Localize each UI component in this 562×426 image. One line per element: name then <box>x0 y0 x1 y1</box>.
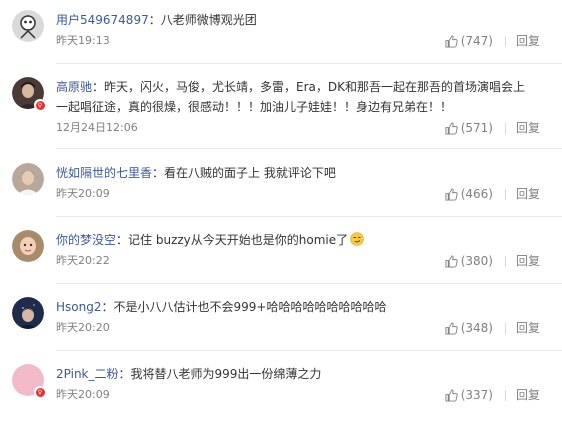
name-separator: ： <box>118 367 131 381</box>
action-divider <box>504 35 506 47</box>
comment-time: 12月24日12:06 <box>56 121 138 134</box>
comment-time: 昨天20:20 <box>56 321 110 334</box>
thumb-up-icon <box>445 121 458 135</box>
name-separator: ： <box>101 300 114 314</box>
thumb-up-icon <box>445 34 458 48</box>
comment-text: 八老师微博观光团 <box>160 13 257 27</box>
name-separator: ： <box>92 80 105 94</box>
action-divider <box>504 389 506 401</box>
row-divider <box>56 148 562 149</box>
thumb-up-icon <box>445 321 458 335</box>
comment-text: 我将替八老师为999出一份绵薄之力 <box>130 367 322 381</box>
comment-actions: (348) 回复 <box>445 321 540 335</box>
reply-button[interactable]: 回复 <box>516 34 540 48</box>
like-count: (747) <box>460 34 493 48</box>
comment-text: 记住 buzzy从今天开始也是你的homie了 <box>128 233 349 247</box>
comment-username[interactable]: 高原驰 <box>56 80 92 94</box>
reply-button[interactable]: 回复 <box>516 388 540 402</box>
comment-content: Hsong2：不是小八八估计也不会999+哈哈哈哈哈哈哈哈哈哈 <box>56 297 526 317</box>
comment-actions: (466) 回复 <box>445 187 540 201</box>
comment-time: 昨天20:22 <box>56 254 110 267</box>
action-divider <box>504 122 506 134</box>
smirk-emoji-icon <box>350 232 364 246</box>
like-button[interactable]: (466) <box>445 187 493 201</box>
comment-actions: (337) 回复 <box>445 388 540 402</box>
avatar[interactable] <box>12 10 44 42</box>
comment-time: 昨天20:09 <box>56 388 110 401</box>
like-count: (466) <box>460 187 493 201</box>
reply-button[interactable]: 回复 <box>516 254 540 268</box>
comment-time: 昨天20:09 <box>56 187 110 200</box>
verified-badge-icon: ♀ <box>34 99 46 111</box>
name-separator: ： <box>116 233 129 247</box>
action-divider <box>504 255 506 267</box>
avatar[interactable] <box>12 230 44 262</box>
comment-content: 2Pink_二粉：我将替八老师为999出一份绵薄之力 <box>56 364 526 384</box>
thumb-up-icon <box>445 388 458 402</box>
comment-content: 恍如隔世的七里香：看在八贼的面子上 我就评论下吧 <box>56 163 526 183</box>
comment-list: 用户549674897：八老师微博观光团 昨天19:13 (747) 回复 ♀ … <box>0 0 562 426</box>
thumb-up-icon <box>445 187 458 201</box>
like-count: (348) <box>460 321 493 335</box>
row-divider <box>56 350 562 351</box>
like-button[interactable]: (380) <box>445 254 493 268</box>
comment-actions: (571) 回复 <box>445 121 540 135</box>
like-button[interactable]: (571) <box>445 121 493 135</box>
comment-content: 用户549674897：八老师微博观光团 <box>56 10 526 30</box>
action-divider <box>504 322 506 334</box>
comment-username[interactable]: 用户549674897 <box>56 13 149 27</box>
verified-badge-icon: ♀ <box>34 386 46 398</box>
like-button[interactable]: (348) <box>445 321 493 335</box>
name-separator: ： <box>148 13 161 27</box>
comment-text: 不是小八八估计也不会999+哈哈哈哈哈哈哈哈哈哈 <box>113 300 387 314</box>
comment-text: 看在八贼的面子上 我就评论下吧 <box>164 166 336 180</box>
reply-button[interactable]: 回复 <box>516 121 540 135</box>
action-divider <box>504 188 506 200</box>
row-divider <box>56 63 562 64</box>
comment-username[interactable]: 恍如隔世的七里香 <box>56 166 152 180</box>
row-divider <box>56 283 562 284</box>
like-button[interactable]: (747) <box>445 34 493 48</box>
avatar[interactable] <box>12 297 44 329</box>
comment-actions: (380) 回复 <box>445 254 540 268</box>
row-divider <box>56 216 562 217</box>
comment-username[interactable]: 你的梦没空 <box>56 233 116 247</box>
thumb-up-icon <box>445 254 458 268</box>
reply-button[interactable]: 回复 <box>516 321 540 335</box>
like-count: (571) <box>460 121 493 135</box>
comment-time: 昨天19:13 <box>56 34 110 47</box>
comment-content: 高原驰：昨天，闪火，马俊，尤长靖，多雷，Era，DK和那吾一起在那吾的首场演唱会… <box>56 77 526 117</box>
comment-actions: (747) 回复 <box>445 34 540 48</box>
name-separator: ： <box>152 166 165 180</box>
avatar[interactable] <box>12 163 44 195</box>
comment-content: 你的梦没空：记住 buzzy从今天开始也是你的homie了 <box>56 230 526 250</box>
reply-button[interactable]: 回复 <box>516 187 540 201</box>
like-button[interactable]: (337) <box>445 388 493 402</box>
comment-username[interactable]: Hsong2 <box>56 300 101 314</box>
like-count: (380) <box>460 254 493 268</box>
comment-username[interactable]: 2Pink_二粉 <box>56 367 119 381</box>
like-count: (337) <box>460 388 493 402</box>
comment-text: 昨天，闪火，马俊，尤长靖，多雷，Era，DK和那吾一起在那吾的首场演唱会上一起唱… <box>56 80 526 114</box>
